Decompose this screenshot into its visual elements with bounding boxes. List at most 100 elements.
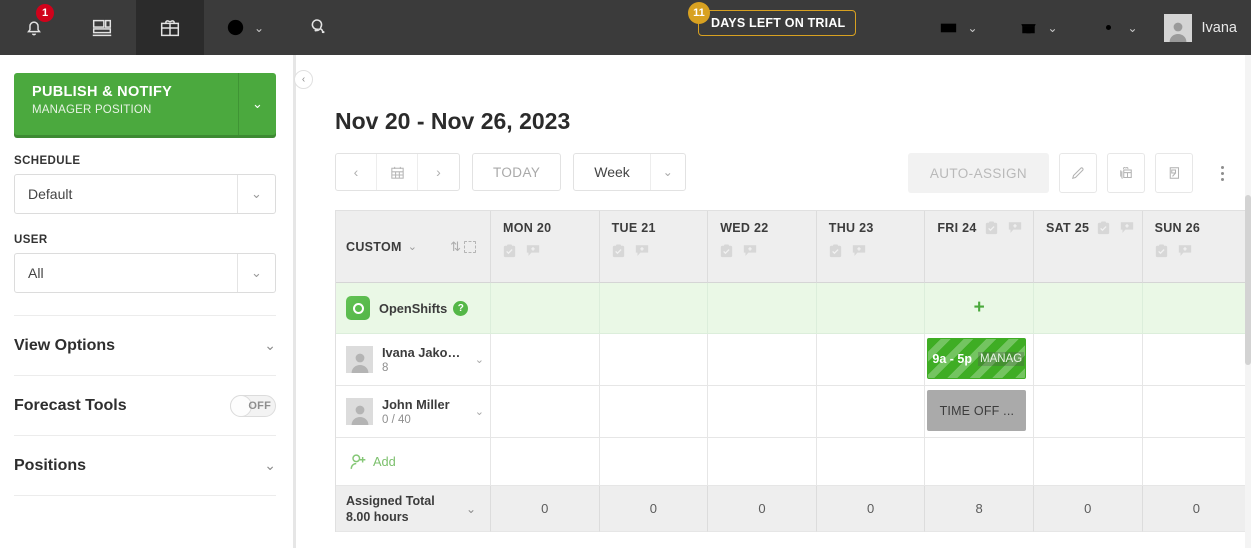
trial-label: DAYS LEFT ON TRIAL bbox=[698, 10, 857, 36]
edit-button[interactable] bbox=[1059, 153, 1097, 193]
clipboard-check-icon[interactable] bbox=[829, 244, 842, 258]
help-icon[interactable]: ? bbox=[453, 300, 469, 316]
add-open-shift[interactable] bbox=[708, 283, 816, 333]
chevron-down-icon[interactable]: ⌄ bbox=[475, 353, 490, 366]
more-button[interactable] bbox=[1203, 153, 1241, 193]
nav-store-button[interactable]: ⌄ bbox=[998, 0, 1078, 55]
range-select[interactable]: Week ⌄ bbox=[573, 153, 686, 191]
next-week-button[interactable]: › bbox=[418, 154, 459, 190]
forecast-tools-toggle[interactable]: OFF bbox=[230, 394, 276, 417]
clipboard-check-icon[interactable] bbox=[1097, 221, 1110, 235]
open-shift-cell-tue[interactable] bbox=[599, 283, 709, 334]
note-add-icon[interactable] bbox=[635, 244, 649, 258]
open-shift-cell-thu[interactable] bbox=[816, 283, 926, 334]
shift-cell[interactable] bbox=[1033, 334, 1143, 386]
open-shift-cell-fri[interactable]: + bbox=[925, 283, 1034, 334]
add-open-shift[interactable]: + bbox=[925, 283, 1033, 333]
sidebar-collapse-button[interactable]: ‹ bbox=[294, 70, 313, 89]
custom-sort-dropdown[interactable]: CUSTOM ⌄ bbox=[346, 240, 417, 254]
shift-cell[interactable] bbox=[491, 386, 600, 438]
shift-cell[interactable] bbox=[816, 386, 926, 438]
clipboard-check-icon[interactable] bbox=[720, 244, 733, 258]
trial-banner[interactable]: 11 DAYS LEFT ON TRIAL bbox=[688, 2, 857, 36]
note-add-icon[interactable] bbox=[1008, 221, 1022, 235]
open-shift-cell-mon[interactable] bbox=[491, 283, 600, 334]
sidebar-panel-forecast-tools[interactable]: Forecast Tools OFF bbox=[14, 376, 276, 435]
sidebar-panel-positions[interactable]: Positions ⌄ bbox=[14, 436, 276, 495]
employee-name-cell[interactable]: Ivana Jako… 8 ⌄ bbox=[336, 334, 491, 386]
schedule-select[interactable]: Default ⌄ bbox=[14, 174, 276, 214]
add-open-shift[interactable] bbox=[1143, 283, 1251, 333]
nav-inbox-button[interactable]: ⌄ bbox=[918, 0, 998, 55]
today-button[interactable]: TODAY bbox=[472, 153, 562, 191]
date-picker-button[interactable] bbox=[377, 154, 418, 190]
note-add-icon[interactable] bbox=[743, 244, 757, 258]
add-open-shift[interactable] bbox=[600, 283, 708, 333]
nav-settings-button[interactable]: ⌄ bbox=[1078, 0, 1158, 55]
open-shift-cell-sat[interactable] bbox=[1033, 283, 1143, 334]
publish-and-notify-button[interactable]: PUBLISH & NOTIFY MANAGER POSITION ⌄ bbox=[14, 73, 276, 135]
chevron-down-icon[interactable]: ⌄ bbox=[475, 405, 490, 418]
shift-cell[interactable] bbox=[708, 386, 817, 438]
add-employee-cell[interactable]: Add bbox=[336, 438, 491, 486]
grid-header-day-thu[interactable]: THU 23 bbox=[816, 211, 926, 283]
shift-cell[interactable] bbox=[816, 334, 926, 386]
totals-label-cell[interactable]: Assigned Total 8.00 hours ⌄ bbox=[336, 486, 491, 532]
grid-header-day-sun[interactable]: SUN 26 bbox=[1142, 211, 1251, 283]
totals-cell: 8 bbox=[925, 486, 1034, 532]
shift-cell[interactable] bbox=[708, 334, 817, 386]
clipboard-check-icon[interactable] bbox=[612, 244, 625, 258]
nav-timeclock-button[interactable]: ⌄ bbox=[204, 0, 284, 55]
open-shift-cell-wed[interactable] bbox=[708, 283, 817, 334]
chevron-down-icon: ⌄ bbox=[253, 20, 265, 35]
add-open-shift[interactable] bbox=[817, 283, 925, 333]
publish-dropdown-toggle[interactable]: ⌄ bbox=[238, 73, 276, 135]
clipboard-check-icon[interactable] bbox=[985, 221, 998, 235]
previous-week-button[interactable]: ‹ bbox=[336, 154, 377, 190]
note-add-icon[interactable] bbox=[1120, 221, 1134, 235]
clipboard-check-icon[interactable] bbox=[1155, 244, 1168, 258]
shift-cell[interactable]: 9a - 5p MANAG bbox=[925, 334, 1034, 386]
note-add-icon[interactable] bbox=[526, 244, 540, 258]
shift-cell[interactable] bbox=[1142, 334, 1251, 386]
grid-header-actions[interactable]: ⇅ bbox=[450, 239, 476, 255]
open-shifts-name-cell[interactable]: OpenShifts ? bbox=[336, 283, 491, 334]
add-open-shift[interactable] bbox=[1034, 283, 1142, 333]
dashed-square-icon[interactable] bbox=[464, 240, 476, 253]
shift-cell[interactable] bbox=[599, 334, 709, 386]
shift-cell[interactable] bbox=[491, 334, 600, 386]
sidebar-panel-view-options[interactable]: View Options ⌄ bbox=[14, 316, 276, 375]
grid-header-day-wed[interactable]: WED 22 bbox=[708, 211, 817, 283]
totals-cell: 0 bbox=[491, 486, 600, 532]
auto-assign-button[interactable]: AUTO-ASSIGN bbox=[907, 153, 1049, 193]
note-add-icon[interactable] bbox=[1178, 244, 1192, 258]
grid-header-day-fri[interactable]: FRI 24 bbox=[925, 211, 1034, 283]
copy-shifts-button[interactable] bbox=[1107, 153, 1145, 193]
user-select[interactable]: All ⌄ bbox=[14, 253, 276, 293]
shift-cell[interactable] bbox=[1033, 386, 1143, 438]
grid-header-day-sat[interactable]: SAT 25 bbox=[1033, 211, 1143, 283]
templates-button[interactable] bbox=[1155, 153, 1193, 193]
shift-cell[interactable]: TIME OFF ... bbox=[925, 386, 1034, 438]
employee-hours: 0 / 40 bbox=[382, 414, 411, 426]
shift-cell[interactable] bbox=[599, 386, 709, 438]
nav-messages-button[interactable] bbox=[284, 0, 352, 55]
time-off-block[interactable]: TIME OFF ... bbox=[927, 390, 1027, 431]
grid-header-day-mon[interactable]: MON 20 bbox=[491, 211, 600, 283]
employee-name-cell[interactable]: John Miller 0 / 40 ⌄ bbox=[336, 386, 491, 438]
nav-dashboard-button[interactable] bbox=[68, 0, 136, 55]
clipboard-check-icon[interactable] bbox=[503, 244, 516, 258]
open-shift-cell-sun[interactable] bbox=[1142, 283, 1251, 334]
chevron-down-icon[interactable]: ⌄ bbox=[466, 502, 476, 516]
scrollbar-thumb[interactable] bbox=[1245, 195, 1251, 365]
nav-notifications-button[interactable]: 1 bbox=[0, 0, 68, 55]
note-add-icon[interactable] bbox=[852, 244, 866, 258]
shift-block[interactable]: 9a - 5p MANAG bbox=[927, 338, 1027, 379]
add-open-shift[interactable] bbox=[491, 283, 599, 333]
shift-cell[interactable] bbox=[1142, 386, 1251, 438]
nav-schedule-button[interactable] bbox=[136, 0, 204, 55]
vertical-scrollbar[interactable] bbox=[1245, 55, 1251, 548]
grid-header-day-tue[interactable]: TUE 21 bbox=[599, 211, 709, 283]
sort-arrows-icon[interactable]: ⇅ bbox=[450, 239, 461, 255]
user-menu[interactable]: Ivana bbox=[1158, 13, 1251, 42]
